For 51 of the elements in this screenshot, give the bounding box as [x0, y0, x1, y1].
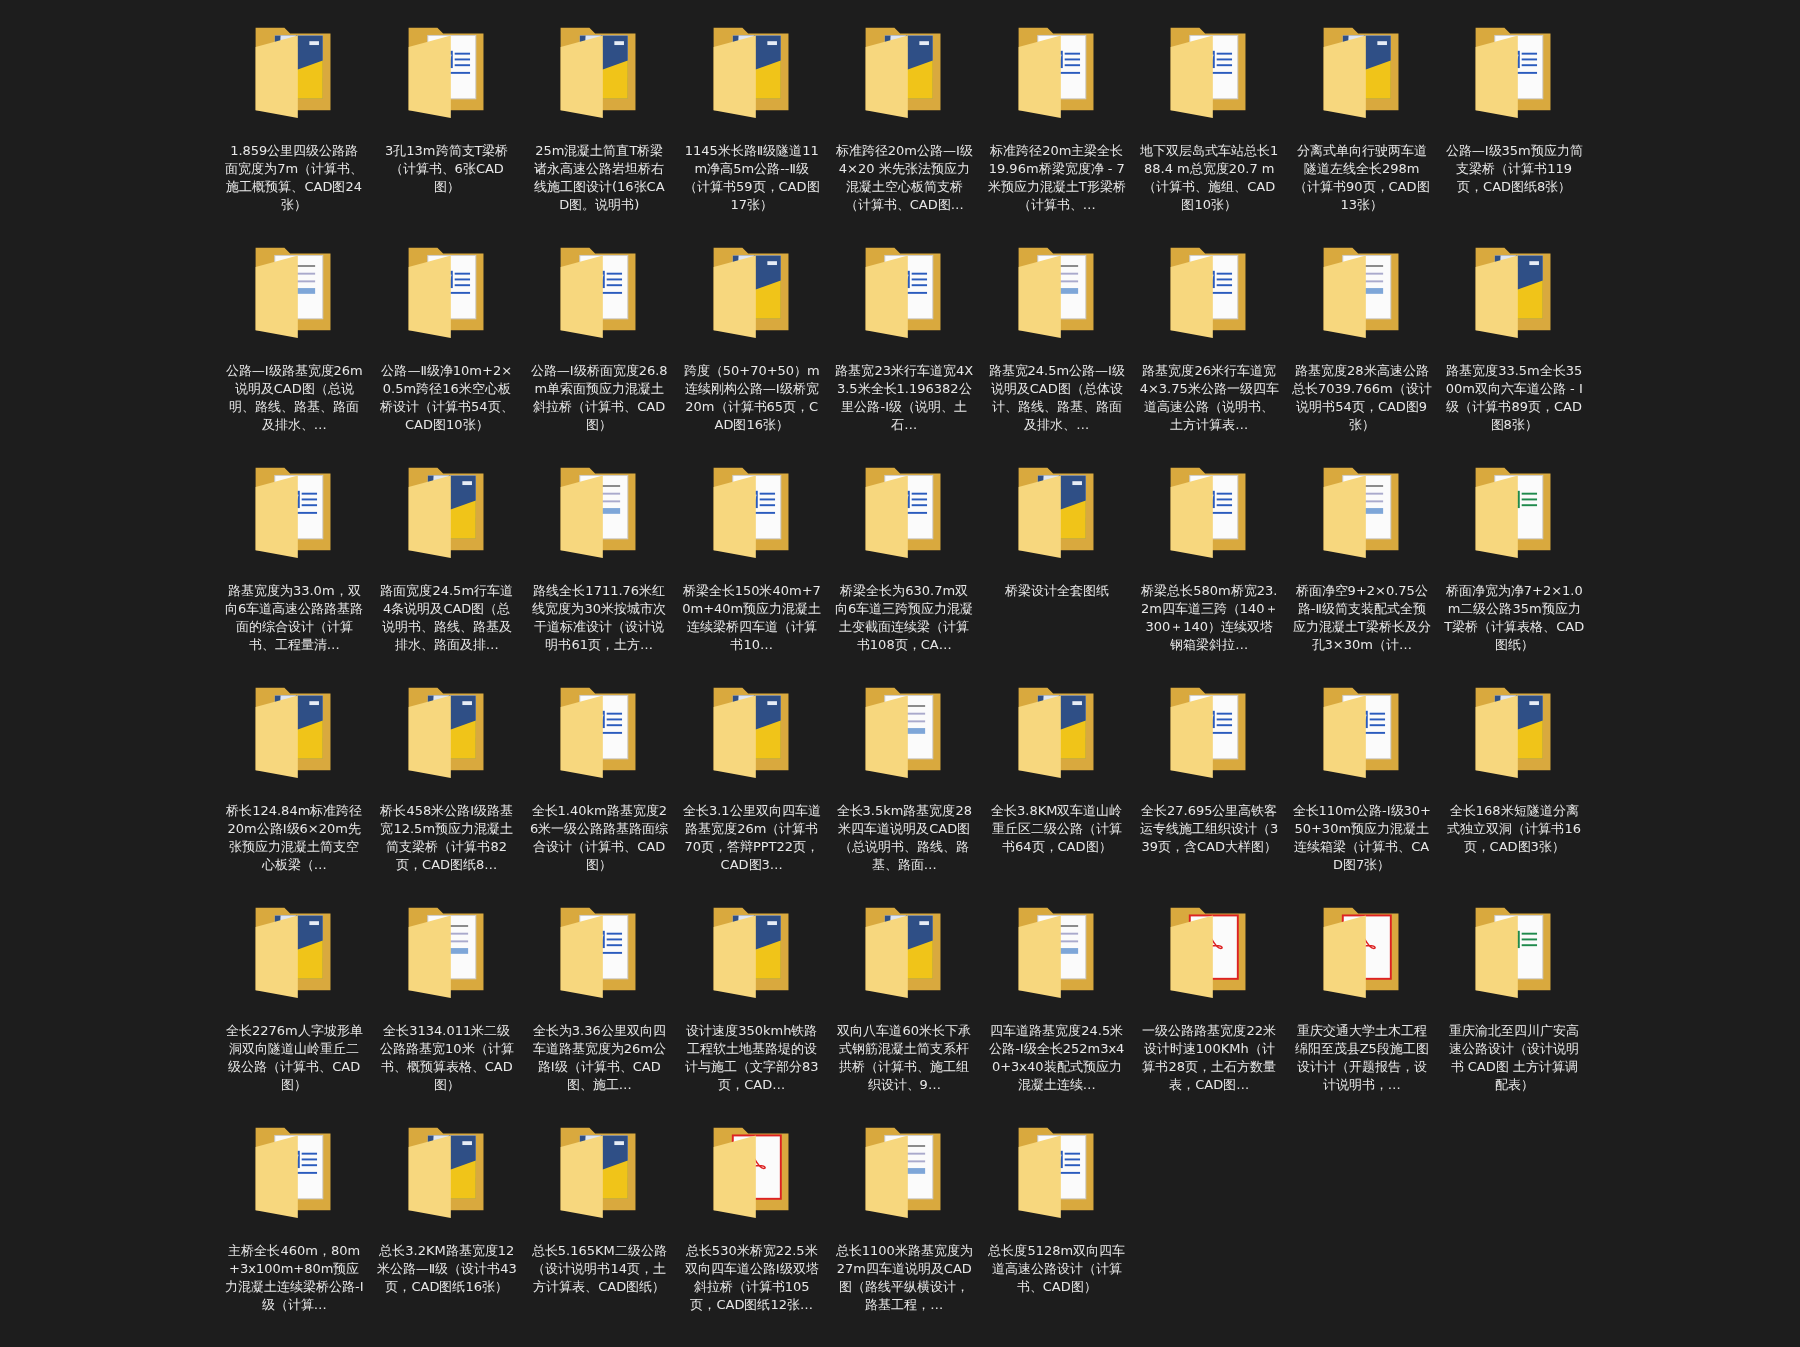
folder-name[interactable]: 桥梁设计全套图纸	[986, 582, 1127, 600]
folder-name[interactable]: 分离式单向行驶两车道隧道左线全长298m（计算书90页，CAD图13张）	[1291, 142, 1432, 214]
folder-name[interactable]: 全长3.8KM双车道山岭重丘区二级公路（计算书64页，CAD图）	[986, 802, 1127, 856]
folder-name[interactable]: 公路—Ⅰ级桥面宽度26.8m单索面预应力混凝土斜拉桥（计算书、CAD图）	[529, 362, 670, 434]
folder-name[interactable]: 总长3.2KM路基宽度12米公路—Ⅱ级（设计书43页，CAD图纸16张）	[376, 1242, 517, 1296]
folder-name[interactable]: 主桥全长460m，80m+3x100m+80m预应力混凝土连续梁桥公路-Ⅰ级（计算…	[224, 1242, 365, 1314]
folder-name[interactable]: 25m混凝土简直T桥梁诸永高速公路岩坦桥右线施工图设计(16张CAD图。说明书)	[529, 142, 670, 214]
folder-name[interactable]: 路面宽度24.5m行车道4条说明及CAD图（总说明书、路线、路基及排水、路面及排…	[376, 582, 517, 654]
folder-name[interactable]: 桥梁全长为630.7m双向6车道三跨预应力混凝土变截面连续梁（计算书108页，CA…	[834, 582, 975, 654]
folder-name[interactable]: 路基宽度为33.0m，双向6车道高速公路路基路面的综合设计（计算书、工程量清…	[224, 582, 365, 654]
folder-name[interactable]: 桥面净空9+2×0.75公路-Ⅱ级简支装配式全预应力混凝土T梁桥长及分孔3×30m（计…	[1291, 582, 1432, 654]
folder-name[interactable]: 全长3.5km路基宽度28米四车道说明及CAD图（总说明书、路线、路基、路面…	[834, 802, 975, 874]
folder-name[interactable]: 桥梁全长150米40m+70m+40m预应力混凝土连续梁桥四车道（计算书10…	[681, 582, 822, 654]
folder-name[interactable]: 双向八车道60米长下承式钢筋混凝土简支系杆拱桥（计算书、施工组织设计、9…	[834, 1022, 975, 1094]
folder-name[interactable]: 桥梁总长580m桥宽23.2m四车道三跨（140＋300＋140）连续双塔钢箱梁斜拉…	[1139, 582, 1280, 654]
folder-name[interactable]: 全长1.40km路基宽度26米一级公路路基路面综合设计（计算书、CAD图）	[529, 802, 670, 874]
folder-name[interactable]: 桥长124.84m标准跨径20m公路Ⅰ级6×20m先张预应力混凝土简支空心板梁（…	[224, 802, 365, 874]
folder-name[interactable]: 总长530米桥宽22.5米双向四车道公路Ⅰ级双塔斜拉桥（计算书105页，CAD图纸12张…	[681, 1242, 822, 1314]
folder-name[interactable]: 标准跨径20m主梁全长19.96m桥梁宽度净 - 7米预应力混凝土T形梁桥（计算书、…	[986, 142, 1127, 214]
folder-name[interactable]: 路基宽度33.5m全长3500m双向六车道公路 - Ⅰ级（计算书89页，CAD图8张）	[1444, 362, 1585, 434]
folder-name[interactable]: 公路—Ⅰ级路基宽度26m说明及CAD图（总说明、路线、路基、路面及排水、…	[224, 362, 365, 434]
folder-name[interactable]: 公路—Ⅱ级净10m+2×0.5m跨径16米空心板桥设计（计算书54页、CAD图10张）	[376, 362, 517, 434]
folder-name[interactable]: 地下双层岛式车站总长188.4 m总宽度20.7 m（计算书、施组、CAD图10张）	[1139, 142, 1280, 214]
folder-name[interactable]: 四车道路基宽度24.5米公路-Ⅰ级全长252m3x40+3x40装配式预应力混凝土连续…	[986, 1022, 1127, 1094]
folder-name[interactable]: 路基宽24.5m公路—Ⅰ级说明及CAD图（总体设计、路线、路基、路面及排水、…	[986, 362, 1127, 434]
folder-name[interactable]: 桥面净宽为净7+2×1.0m二级公路35m预应力T梁桥（计算表格、CAD图纸）	[1444, 582, 1585, 654]
folder-name[interactable]: 一级公路路基宽度22米设计时速100KMh（计算书28页，土石方数量表，CAD图…	[1139, 1022, 1280, 1094]
folder-name[interactable]: 路线全长1711.76米红线宽度为30米按城市次干道标准设计（设计说明书61页，土方…	[529, 582, 670, 654]
folder-name[interactable]: 总长1100米路基宽度为27m四车道说明及CAD图（路线平纵横设计，路基工程，…	[834, 1242, 975, 1314]
folder-name[interactable]: 重庆交通大学土木工程绵阳至茂县Z5段施工图设计计（开题报告，设计说明书，…	[1291, 1022, 1432, 1094]
folder-name[interactable]: 全长3134.011米二级公路路基宽10米（计算书、概预算表格、CAD图）	[376, 1022, 517, 1094]
folder-name[interactable]: 总长度5128m双向四车道高速公路设计（计算书、CAD图）	[986, 1242, 1127, 1296]
folder-name[interactable]: 全长为3.36公里双向四车道路基宽度为26m公路Ⅰ级（计算书、CAD图、施工…	[529, 1022, 670, 1094]
folder-name[interactable]: 路基宽度26米行车道宽4×3.75米公路一级四车道高速公路（说明书、土方计算表…	[1139, 362, 1280, 434]
folder-name[interactable]: 路基宽度28米高速公路总长7039.766m（设计说明书54页，CAD图9张）	[1291, 362, 1432, 434]
folder-name[interactable]: 全长27.695公里高铁客运专线施工组织设计（339页，含CAD大样图）	[1139, 802, 1280, 856]
folder-name[interactable]: 总长5.165KM二级公路（设计说明书14页，土方计算表、CAD图纸）	[529, 1242, 670, 1296]
folder-name[interactable]: 跨度（50+70+50）m连续刚构公路—Ⅰ级桥宽20m（计算书65页，CAD图16张）	[681, 362, 822, 434]
folder-name[interactable]: 重庆渝北至四川广安高速公路设计（设计说明书 CAD图 土方计算调配表）	[1444, 1022, 1585, 1094]
folder-name[interactable]: 1145米长路Ⅱ级隧道11m净高5m公路--Ⅱ级（计算书59页，CAD图17张）	[681, 142, 822, 214]
folder-name[interactable]: 路基宽23米行车道宽4X3.5米全长1.196382公里公路-Ⅰ级（说明、土石…	[834, 362, 975, 434]
folder-name[interactable]: 公路—Ⅰ级35m预应力简支梁桥（计算书119页，CAD图纸8张）	[1444, 142, 1585, 196]
folder-name[interactable]: 3孔13m跨简支T梁桥（计算书、6张CAD图）	[376, 142, 517, 196]
folder-name[interactable]: 全长110m公路-Ⅰ级30+50+30m预应力混凝土连续箱梁（计算书、CAD图7张）	[1291, 802, 1432, 874]
folder-name[interactable]: 1.859公里四级公路路面宽度为7m（计算书、施工概预算、CAD图24张）	[224, 142, 365, 214]
folder-name[interactable]: 全长168米短隧道分离式独立双洞（计算书16页，CAD图3张）	[1444, 802, 1585, 856]
folder-name[interactable]: 全长2276m人字坡形单洞双向隧道山岭重丘二级公路（计算书、CAD图）	[224, 1022, 365, 1094]
folder-name[interactable]: 桥长458米公路Ⅰ级路基宽12.5m预应力混凝土简支梁桥（计算书82页，CAD图纸8…	[376, 802, 517, 874]
folder-name[interactable]: 全长3.1公里双向四车道路基宽度26m（计算书70页，答辩PPT22页，CAD图3…	[681, 802, 822, 874]
folder-name[interactable]: 标准跨径20m公路—Ⅰ级4×20 米先张法预应力混凝土空心板简支桥（计算书、CAD图…	[834, 142, 975, 214]
folder-name[interactable]: 设计速度350kmh铁路工程软土地基路堤的设计与施工（文字部分83页，CAD…	[681, 1022, 822, 1094]
